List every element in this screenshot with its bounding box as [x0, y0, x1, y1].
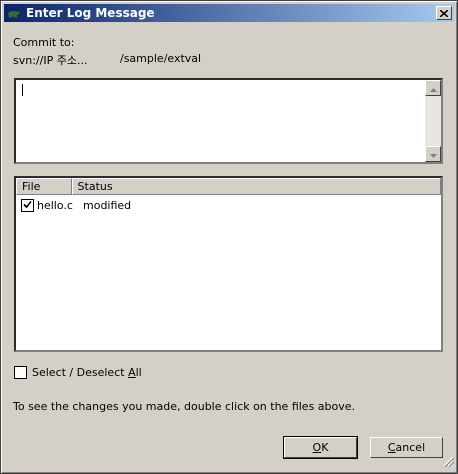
- file-checkbox[interactable]: [21, 198, 34, 212]
- file-name: hello.c: [37, 198, 73, 212]
- text-caret: [22, 84, 23, 96]
- hint-text: To see the changes you made, double clic…: [13, 400, 356, 413]
- window-title: Enter Log Message: [26, 6, 155, 20]
- file-list[interactable]: File Status hello.c modified: [14, 176, 443, 352]
- table-row[interactable]: hello.c modified: [16, 197, 131, 213]
- log-message-input[interactable]: [14, 78, 443, 164]
- column-header-file[interactable]: File: [16, 178, 72, 195]
- close-button[interactable]: [436, 6, 452, 20]
- file-status: modified: [83, 198, 132, 212]
- select-all-checkbox[interactable]: [14, 366, 27, 379]
- scroll-down-button[interactable]: [425, 146, 441, 162]
- select-all-control[interactable]: Select / Deselect All: [14, 366, 142, 379]
- close-icon: [439, 7, 449, 20]
- select-all-label: Select / Deselect All: [32, 366, 142, 379]
- repo-url-path: /sample/extval: [120, 52, 202, 65]
- ok-button[interactable]: OK: [283, 436, 358, 459]
- arrow-up-icon: [429, 82, 437, 95]
- column-header-status[interactable]: Status: [71, 178, 441, 195]
- arrow-down-icon: [429, 148, 437, 161]
- title-bar[interactable]: Enter Log Message: [4, 4, 454, 22]
- scroll-up-button[interactable]: [425, 80, 441, 96]
- list-header: File Status: [16, 178, 441, 195]
- cancel-button[interactable]: Cancel: [370, 437, 443, 458]
- message-scrollbar[interactable]: [425, 80, 441, 162]
- tortoise-app-icon: [6, 5, 22, 21]
- commit-to-label: Commit to:: [13, 36, 75, 49]
- repo-url-host: svn://IP 주소...: [13, 54, 88, 67]
- checkmark-icon: [23, 199, 32, 212]
- dialog-window: Enter Log Message Commit to: svn://IP 주소…: [0, 0, 458, 474]
- resize-grip-icon[interactable]: [443, 456, 455, 470]
